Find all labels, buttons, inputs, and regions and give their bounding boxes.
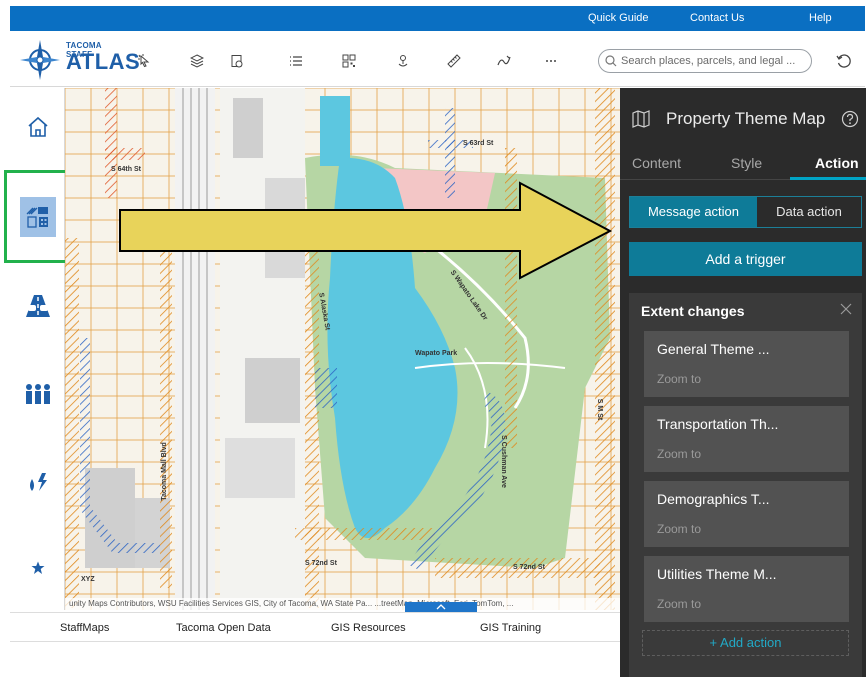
panel-title: Property Theme Map — [666, 109, 826, 128]
more-icon[interactable] — [540, 50, 562, 72]
transportation-theme-icon — [26, 295, 50, 317]
map-label-s-m-st: S M St — [596, 398, 604, 421]
search-placeholder: Search places, parcels, and legal ... — [621, 55, 796, 67]
refresh-icon[interactable] — [833, 50, 855, 72]
action-title: General Theme ... — [657, 341, 770, 357]
pin-icon[interactable] — [392, 50, 414, 72]
map-label-cushman: S Cushman Ave — [499, 435, 507, 488]
action-item-transportation[interactable]: Transportation Th... Zoom to — [644, 406, 849, 472]
map-label-s64th: S 64th St — [111, 166, 141, 173]
footer-links: StaffMaps Tacoma Open Data GIS Resources… — [10, 612, 620, 642]
layers-icon[interactable] — [186, 50, 208, 72]
search-input[interactable]: Search places, parcels, and legal ... — [598, 49, 812, 73]
favorites-icon — [31, 561, 45, 574]
action-subtitle: Zoom to — [657, 597, 702, 611]
home-icon — [28, 116, 48, 137]
utilities-theme-icon — [30, 473, 47, 491]
action-item-demographics[interactable]: Demographics T... Zoom to — [644, 481, 849, 547]
top-bar: Quick Guide Contact Us Help — [10, 6, 865, 31]
select-tool-icon[interactable] — [134, 50, 156, 72]
message-action-button[interactable]: Message action — [630, 197, 757, 227]
draw-icon[interactable] — [493, 50, 515, 72]
atlas-logo[interactable]: TACOMA STAFF ATLAS — [18, 40, 140, 80]
map-attribution: unity Maps Contributors, WSU Facilities … — [65, 598, 620, 610]
extent-changes-title: Extent changes — [641, 303, 745, 319]
extent-changes-card: Extent changes General Theme ... Zoom to… — [629, 293, 862, 677]
close-icon[interactable] — [840, 303, 852, 315]
action-title: Demographics T... — [657, 491, 770, 507]
help-icon[interactable] — [841, 110, 859, 128]
action-subtitle: Zoom to — [657, 447, 702, 461]
legend-icon[interactable] — [226, 50, 248, 72]
map-label-s72nd: S 72nd St — [305, 560, 337, 567]
action-item-general[interactable]: General Theme ... Zoom to — [644, 331, 849, 397]
action-title: Transportation Th... — [657, 416, 779, 432]
data-action-button[interactable]: Data action — [757, 197, 861, 227]
chevron-up-icon — [436, 604, 446, 610]
demographics-theme-button[interactable] — [20, 376, 56, 412]
panel-tabs: Content Style Action — [620, 148, 866, 180]
home-button[interactable] — [20, 109, 56, 145]
active-tab-indicator — [790, 177, 866, 180]
sidebar-highlight-box — [4, 170, 70, 263]
contact-us-link[interactable]: Contact Us — [690, 12, 744, 24]
gis-resources-link[interactable]: GIS Resources — [331, 622, 406, 634]
quick-guide-link[interactable]: Quick Guide — [588, 12, 649, 24]
action-title: Utilities Theme M... — [657, 566, 777, 582]
measure-icon[interactable] — [443, 50, 465, 72]
add-trigger-button[interactable]: Add a trigger — [629, 242, 862, 276]
map-label-wapato-park: Wapato Park — [415, 350, 458, 357]
panel-header: Property Theme Map — [620, 88, 866, 148]
footer-collapse-tab[interactable] — [405, 602, 477, 612]
add-action-button[interactable]: + Add action — [642, 630, 849, 656]
app-window: Quick Guide Contact Us Help TACOMA STAFF… — [0, 0, 866, 677]
qr-code-icon[interactable] — [338, 50, 360, 72]
tab-style[interactable]: Style — [731, 155, 762, 171]
header: TACOMA STAFF ATLAS Search places, parcel… — [10, 31, 865, 87]
tab-content[interactable]: Content — [632, 155, 681, 171]
gis-training-link[interactable]: GIS Training — [480, 622, 541, 634]
tab-action[interactable]: Action — [815, 155, 859, 171]
action-type-segmented-control: Message action Data action — [629, 196, 862, 228]
compass-logo-icon — [20, 40, 60, 80]
transportation-theme-button[interactable] — [20, 288, 56, 324]
action-subtitle: Zoom to — [657, 522, 702, 536]
search-icon — [605, 55, 617, 67]
property-theme-panel: Property Theme Map Content Style Action … — [620, 88, 866, 677]
logo-title: ATLAS — [66, 49, 141, 74]
map-canvas — [65, 88, 620, 610]
help-link[interactable]: Help — [809, 12, 832, 24]
map-label-s63rd: S 63rd St — [463, 140, 494, 147]
map-label-xyz: XYZ — [81, 576, 95, 583]
demographics-theme-icon — [26, 384, 50, 404]
map-label-tacoma-mall: Tacoma Mall Blvd — [160, 442, 168, 501]
utilities-theme-button[interactable] — [20, 464, 56, 500]
favorites-button[interactable] — [20, 550, 56, 586]
action-subtitle: Zoom to — [657, 372, 702, 386]
action-item-utilities[interactable]: Utilities Theme M... Zoom to — [644, 556, 849, 622]
staffmaps-link[interactable]: StaffMaps — [60, 622, 109, 634]
sidebar — [10, 88, 65, 610]
list-icon[interactable] — [285, 50, 307, 72]
map-label-s72nd-east: S 72nd St — [513, 564, 545, 571]
tacoma-open-data-link[interactable]: Tacoma Open Data — [176, 622, 271, 634]
map-view[interactable]: S 64th St S 63rd St Wapato Park S Wapato… — [65, 88, 620, 610]
map-widget-icon — [632, 110, 650, 128]
